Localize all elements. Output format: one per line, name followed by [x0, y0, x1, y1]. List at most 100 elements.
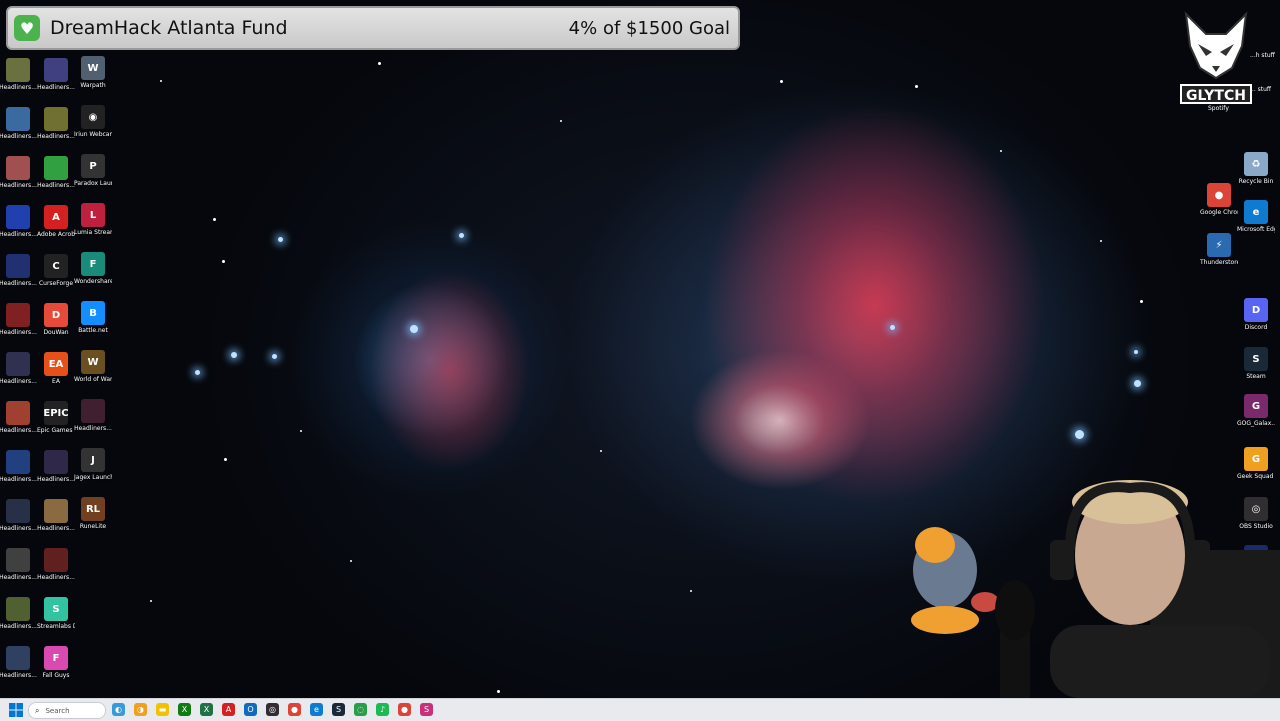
heart-icon: ♥: [14, 15, 40, 41]
desktop-icon-label: Adobe Acrobat: [37, 231, 75, 238]
desktop-icon-label: Geek Squad Support.exe: [1237, 473, 1275, 480]
acrobat-icon[interactable]: A: [222, 703, 235, 716]
xbox-icon[interactable]: X: [178, 703, 191, 716]
streamlabs-desktop-icon: S: [44, 597, 68, 621]
desktop-icon-label: Steam: [1246, 373, 1266, 380]
desktop-icon-headliners[interactable]: Headliners...: [37, 450, 75, 494]
desktop-icon-headliners[interactable]: Headliners...: [0, 156, 37, 200]
desktop-icon-curseforge[interactable]: C CurseForge: [37, 254, 75, 298]
headliners-icon: [81, 399, 105, 423]
donation-goal-banner: ♥ DreamHack Atlanta Fund 4% of $1500 Goa…: [6, 6, 740, 50]
widgets-icon[interactable]: ◑: [134, 703, 147, 716]
jagex-launcher-icon: J: [81, 448, 105, 472]
warpath-icon: W: [81, 56, 105, 80]
desktop-icon-headliners[interactable]: Headliners...: [37, 548, 75, 592]
douwan-icon: D: [44, 303, 68, 327]
obs-icon[interactable]: ◎: [266, 703, 279, 716]
star: [1100, 240, 1102, 242]
desktop-icon-label: Wondershare Filmora 14: [74, 278, 112, 285]
star: [410, 325, 418, 333]
headliners-icon: [6, 597, 30, 621]
battle-net-icon: B: [81, 301, 105, 325]
star: [915, 85, 918, 88]
star: [690, 590, 692, 592]
chrome-2-icon[interactable]: ●: [398, 703, 411, 716]
star: [600, 450, 602, 452]
desktop-icon-headliners[interactable]: Headliners...: [37, 58, 75, 102]
desktop-icon-douwan[interactable]: D DouWan: [37, 303, 75, 347]
desktop-icon-epic-games-launcher[interactable]: EPIC Epic Games Launcher: [37, 401, 75, 445]
desktop-icon-microsoft-edge[interactable]: e Microsoft Edge: [1237, 200, 1275, 244]
desktop-icon-headliners[interactable]: Headliners...: [74, 399, 112, 443]
windows-start-icon[interactable]: [8, 702, 24, 718]
streamlabs-icon[interactable]: S: [420, 703, 433, 716]
excel-icon[interactable]: X: [200, 703, 213, 716]
desktop-icon-label: Headliners...: [0, 378, 37, 385]
desktop-icon-label: Headliners...: [37, 84, 75, 91]
desktop-icon-headliners[interactable]: Headliners...: [0, 254, 37, 298]
desktop-icon-google-chrome[interactable]: ● Google Chrome: [1200, 183, 1238, 227]
star: [150, 600, 152, 602]
desktop-icon-label: Headliners...: [0, 329, 37, 336]
headliners-icon: [6, 646, 30, 670]
taskbar-search-box[interactable]: ⌕ Search: [28, 702, 106, 719]
partial-spotify-label: Spotify: [1208, 105, 1229, 112]
curseforge-icon: C: [44, 254, 68, 278]
desktop-icon-headliners[interactable]: Headliners...: [0, 548, 37, 592]
outlook-icon[interactable]: O: [244, 703, 257, 716]
desktop-icon-wondershare-filmora-14[interactable]: F Wondershare Filmora 14: [74, 252, 112, 296]
fall-guys-icon: F: [44, 646, 68, 670]
star: [160, 80, 162, 82]
headliners-icon: [6, 548, 30, 572]
desktop-icon-battle-net[interactable]: B Battle.net: [74, 301, 112, 345]
desktop-icon-jagex-launcher[interactable]: J Jagex Launcher: [74, 448, 112, 492]
desktop-icon-recycle-bin[interactable]: ♻ Recycle Bin: [1237, 152, 1275, 196]
desktop-icon-ea[interactable]: EA EA: [37, 352, 75, 396]
headliners-icon: [44, 58, 68, 82]
desktop-icon-iriun-webcam[interactable]: ◉ Iriun Webcam: [74, 105, 112, 149]
desktop-icon-streamlabs-desktop[interactable]: S Streamlabs Desktop: [37, 597, 75, 641]
desktop-icon-headliners[interactable]: Headliners...: [0, 499, 37, 543]
desktop-icon-adobe-acrobat[interactable]: A Adobe Acrobat: [37, 205, 75, 249]
gog-galax-shortcut-icon: G: [1244, 394, 1268, 418]
chrome-icon[interactable]: ●: [288, 703, 301, 716]
desktop-icon-headliners[interactable]: Headliners...: [0, 450, 37, 494]
desktop-icon-label: Headliners...: [0, 525, 37, 532]
desktop-icon-headliners[interactable]: Headliners...: [37, 499, 75, 543]
desktop-icon-world-of-warcraft[interactable]: W World of Warcraft: [74, 350, 112, 394]
desktop-icon-headliners[interactable]: Headliners...: [0, 205, 37, 249]
ea-icon: EA: [44, 352, 68, 376]
wondershare-filmora-14-icon: F: [81, 252, 105, 276]
desktop-icon-fall-guys[interactable]: F Fall Guys: [37, 646, 75, 690]
headliners-icon: [6, 450, 30, 474]
desktop-icon-runelite[interactable]: RL RuneLite: [74, 497, 112, 541]
desktop-icon-label: Microsoft Edge: [1237, 226, 1275, 233]
desktop-icon-headliners[interactable]: Headliners...: [0, 303, 37, 347]
desktop-icon-headliners[interactable]: Headliners...: [37, 107, 75, 151]
star: [1134, 350, 1138, 354]
desktop-icon-lumia-stream[interactable]: L Lumia Stream: [74, 203, 112, 247]
explorer-icon[interactable]: ▬: [156, 703, 169, 716]
desktop-icon-headliners[interactable]: Headliners...: [0, 352, 37, 396]
browser-icon[interactable]: ◌: [354, 703, 367, 716]
copilot-icon[interactable]: ◐: [112, 703, 125, 716]
star: [278, 237, 283, 242]
desktop-icon-steam[interactable]: S Steam: [1237, 347, 1275, 391]
star: [1134, 380, 1141, 387]
desktop-icon-discord[interactable]: D Discord: [1237, 298, 1275, 342]
desktop-icon-headliners[interactable]: Headliners...: [0, 597, 37, 641]
desktop-icon-warpath[interactable]: W Warpath: [74, 56, 112, 100]
desktop-icon-headliners[interactable]: Headliners...: [37, 156, 75, 200]
desktop-icon-headliners[interactable]: Headliners...: [0, 107, 37, 151]
desktop-icon-paradox-launcher-v2[interactable]: P Paradox Launcher v2: [74, 154, 112, 198]
desktop-icon-headliners[interactable]: Headliners...: [0, 401, 37, 445]
desktop-icon-headliners[interactable]: Headliners...: [0, 646, 37, 690]
desktop-icon-headliners[interactable]: Headliners...: [0, 58, 37, 102]
edge-icon[interactable]: e: [310, 703, 323, 716]
desktop-icon-gog-galax-shortcut[interactable]: G GOG_Galax... - Shortcut: [1237, 394, 1275, 438]
headliners-icon: [44, 107, 68, 131]
steam-icon[interactable]: S: [332, 703, 345, 716]
taskbar: ⌕ Search ◐ ◑ ▬ X X A O ◎ ● e S ◌ ♪ ● S: [0, 698, 1280, 721]
desktop-icon-thunderstore-mod-mana[interactable]: ⚡ Thunderstore Mod Mana...: [1200, 233, 1238, 277]
spotify-icon[interactable]: ♪: [376, 703, 389, 716]
